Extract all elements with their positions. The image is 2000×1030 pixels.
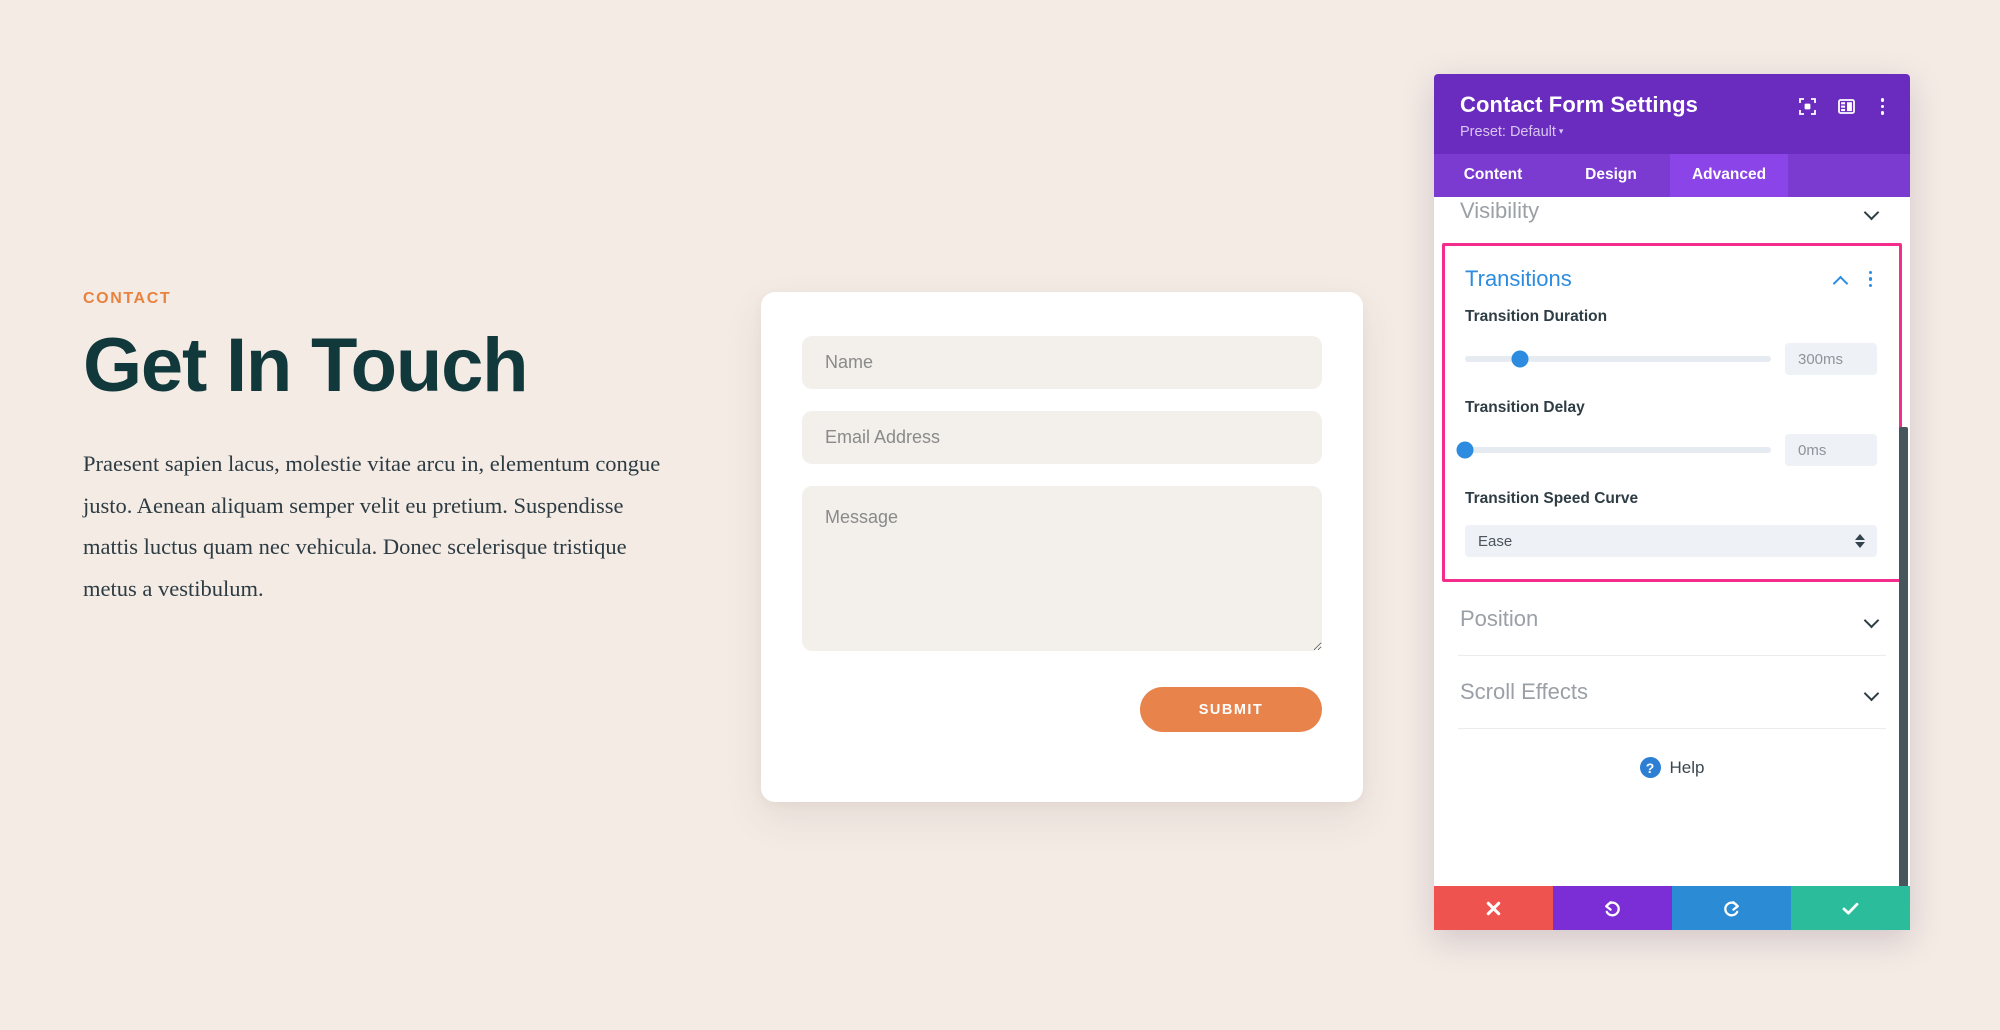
eyebrow-label: CONTACT xyxy=(83,290,172,307)
layout-toggle-icon[interactable] xyxy=(1837,98,1855,115)
transition-duration-label: Transition Duration xyxy=(1465,308,1608,325)
section-visibility[interactable]: Visibility xyxy=(1434,197,1910,243)
cancel-button[interactable] xyxy=(1434,886,1553,930)
settings-action-bar xyxy=(1434,886,1910,930)
section-options-icon[interactable] xyxy=(1866,269,1876,290)
tab-design[interactable]: Design xyxy=(1552,154,1670,197)
contact-form-card: SUBMIT xyxy=(761,292,1363,802)
chevron-down-icon: ▾ xyxy=(1558,126,1564,136)
preset-selector[interactable]: Preset: Default ▾ xyxy=(1460,124,1884,140)
section-transitions-label: Transitions xyxy=(1465,266,1572,291)
header-icon-group xyxy=(1798,96,1889,117)
section-scroll-effects-label: Scroll Effects xyxy=(1460,679,1588,704)
transition-duration-slider[interactable] xyxy=(1465,350,1771,368)
undo-button[interactable] xyxy=(1553,886,1672,930)
intro-column: CONTACT Get In Touch Praesent sapien lac… xyxy=(83,290,703,610)
chevron-up-icon[interactable] xyxy=(1834,275,1849,284)
transition-duration-slider-thumb[interactable] xyxy=(1511,350,1529,368)
chevron-down-icon xyxy=(1865,615,1880,624)
settings-panel: Contact Form Settings Preset: Default▾ xyxy=(1434,74,1910,930)
save-button[interactable] xyxy=(1791,886,1910,930)
transition-delay-slider[interactable] xyxy=(1456,441,1771,459)
section-transitions-header[interactable]: Transitions xyxy=(1445,256,1899,298)
control-transition-duration: Transition Duration 300ms xyxy=(1445,298,1899,375)
fullscreen-icon[interactable] xyxy=(1798,97,1816,115)
tab-content[interactable]: Content xyxy=(1434,154,1552,197)
panel-scrollbar[interactable] xyxy=(1899,427,1908,886)
undo-icon xyxy=(1605,900,1620,916)
control-transition-delay: Transition Delay 0ms xyxy=(1445,375,1899,466)
help-icon: ? xyxy=(1639,757,1661,778)
chevron-down-icon xyxy=(1865,688,1880,697)
more-options-icon[interactable] xyxy=(1877,96,1889,117)
transition-speed-curve-select[interactable]: Ease xyxy=(1465,525,1877,557)
section-transitions: Transitions Transition Duration 300ms Tr… xyxy=(1442,243,1902,582)
stepper-arrows-icon xyxy=(1855,534,1865,548)
transition-speed-curve-value: Ease xyxy=(1478,532,1513,550)
section-transitions-icons xyxy=(1834,269,1876,290)
section-scroll-effects[interactable]: Scroll Effects xyxy=(1434,656,1910,728)
settings-panel-header: Contact Form Settings Preset: Default ▾ xyxy=(1434,74,1910,154)
tab-advanced[interactable]: Advanced xyxy=(1670,154,1788,197)
section-position[interactable]: Position xyxy=(1434,582,1910,655)
intro-paragraph: Praesent sapien lacus, molestie vitae ar… xyxy=(83,451,661,601)
transition-speed-curve-label: Transition Speed Curve xyxy=(1465,490,1639,507)
submit-button[interactable]: SUBMIT xyxy=(1140,687,1322,732)
transition-duration-value[interactable]: 300ms xyxy=(1785,343,1877,375)
transition-delay-value[interactable]: 0ms xyxy=(1785,434,1877,466)
help-label: Help xyxy=(1669,757,1705,777)
message-input[interactable] xyxy=(802,486,1322,651)
name-input[interactable] xyxy=(802,336,1322,389)
section-visibility-label: Visibility xyxy=(1460,198,1540,223)
email-input[interactable] xyxy=(802,411,1322,464)
section-position-label: Position xyxy=(1460,606,1539,631)
page-title: Get In Touch xyxy=(83,323,529,408)
settings-scroll-area: Visibility Transitions Transition Durati… xyxy=(1434,197,1910,886)
tabs-filler xyxy=(1788,154,1910,197)
submit-row: SUBMIT xyxy=(802,687,1322,732)
transition-delay-label: Transition Delay xyxy=(1465,399,1585,416)
check-icon xyxy=(1842,902,1859,914)
chevron-down-icon xyxy=(1865,207,1880,216)
page-canvas: CONTACT Get In Touch Praesent sapien lac… xyxy=(0,0,2000,1030)
control-transition-speed-curve: Transition Speed Curve Ease xyxy=(1445,466,1899,557)
help-link[interactable]: ? Help xyxy=(1434,729,1910,778)
redo-icon xyxy=(1724,900,1739,916)
close-icon xyxy=(1486,901,1501,915)
transition-delay-slider-thumb[interactable] xyxy=(1456,441,1474,459)
settings-tabs: Content Design Advanced xyxy=(1434,154,1910,197)
preset-label: Preset: Default xyxy=(1460,124,1556,140)
redo-button[interactable] xyxy=(1672,886,1791,930)
